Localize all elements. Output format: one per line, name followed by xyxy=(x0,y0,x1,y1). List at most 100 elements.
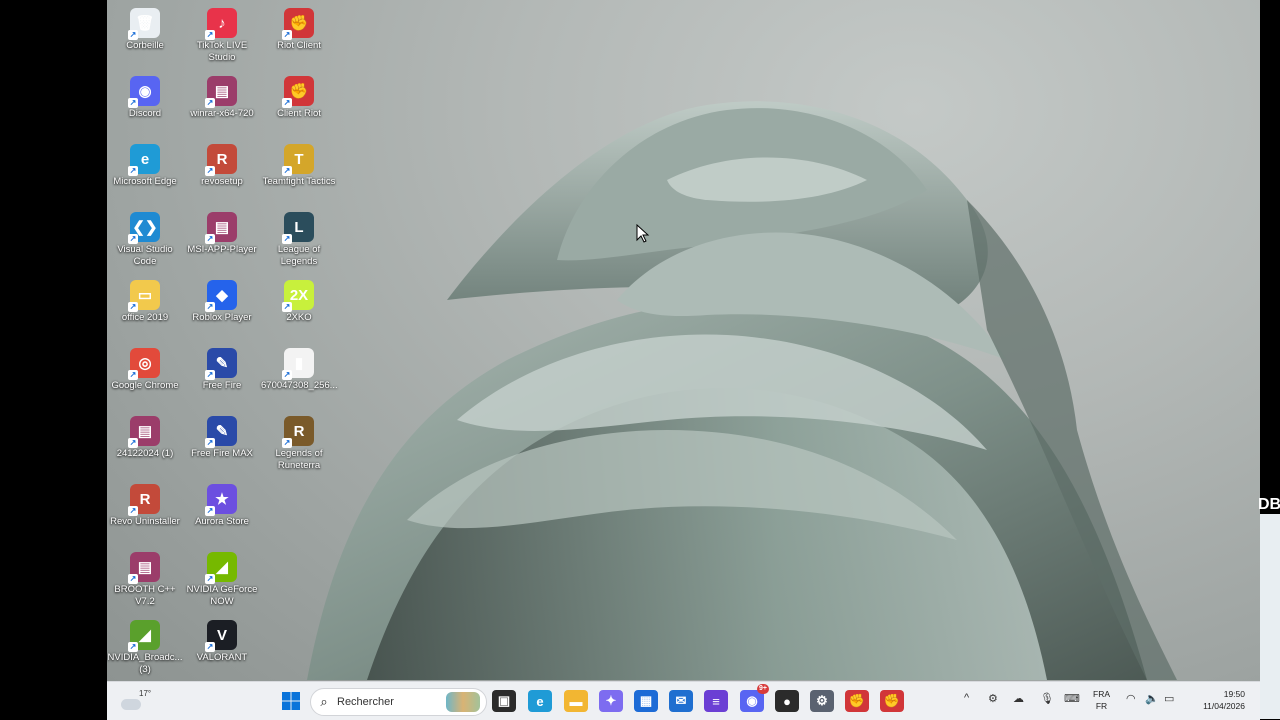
volume-icon[interactable]: 🔈 xyxy=(1145,692,1159,705)
desktop-icon[interactable]: ▭ ↗ office 2019 xyxy=(107,276,183,324)
roblox-icon: ◆ ↗ xyxy=(205,280,237,312)
desktop-icon[interactable]: ◎ ↗ Google Chrome xyxy=(107,344,183,392)
desktop-icon-label: Revo Uninstaller xyxy=(110,516,180,527)
shortcut-arrow-icon: ↗ xyxy=(205,438,215,448)
desktop-icon[interactable]: ◉ ↗ Discord xyxy=(107,72,183,120)
keyboard-icon[interactable]: ⌨ xyxy=(1064,692,1080,705)
desktop-icon[interactable]: 2X ↗ 2XKO xyxy=(261,276,337,324)
desktop-icon[interactable]: ✊ ↗ Riot Client xyxy=(261,4,337,52)
taskbar-app-button[interactable]: ✊ xyxy=(845,690,869,712)
taskbar-app-button[interactable]: ▣ xyxy=(492,690,516,712)
taskbar-app-button[interactable]: ≡ xyxy=(704,690,728,712)
tray-app-icon[interactable]: ⚙ xyxy=(988,692,998,705)
shortcut-arrow-icon: ↗ xyxy=(282,98,292,108)
taskbar-app-button[interactable]: ▬ xyxy=(564,690,588,712)
vscode-icon: ❮❯ ↗ xyxy=(128,212,160,244)
language-indicator[interactable]: FRA FR xyxy=(1093,688,1110,712)
desktop-icon[interactable]: L ↗ League of Legends xyxy=(261,208,337,268)
taskbar-app-button[interactable]: ● xyxy=(775,690,799,712)
shortcut-arrow-icon: ↗ xyxy=(128,234,138,244)
side-panel-edge xyxy=(1260,514,1280,719)
winrar-icon: ▤ ↗ xyxy=(205,212,237,244)
riot-client-icon: ✊ xyxy=(848,693,866,708)
winrar-icon: ▤ ↗ xyxy=(128,416,160,448)
desktop-icon[interactable]: 🗑 ↗ Corbeille xyxy=(107,4,183,52)
nvidia-icon: ◢ ↗ xyxy=(128,620,160,652)
tiktok-icon: ♪ ↗ xyxy=(205,8,237,40)
start-button[interactable] xyxy=(279,690,303,712)
desktop-icon[interactable]: ▤ ↗ 24122024 (1) xyxy=(107,412,183,460)
desktop-icon[interactable]: T ↗ Teamfight Tactics xyxy=(261,140,337,188)
taskbar-app-button[interactable]: e xyxy=(528,690,552,712)
desktop-icon[interactable]: R ↗ Revo Uninstaller xyxy=(107,480,183,528)
copilot-icon: ✦ xyxy=(605,693,617,708)
desktop-icon[interactable]: R ↗ revosetup xyxy=(184,140,260,188)
shortcut-arrow-icon: ↗ xyxy=(282,234,292,244)
mouse-cursor-icon xyxy=(636,224,650,243)
desktop-icon[interactable]: ❮❯ ↗ Visual Studio Code xyxy=(107,208,183,268)
microsoft-store-icon: ▦ xyxy=(639,693,653,708)
clock-time: 19:50 xyxy=(1223,689,1245,699)
taskbar-search[interactable]: ⌕ Rechercher xyxy=(310,688,487,716)
desktop-icon-label: BROOTH C++ V7.2 xyxy=(114,584,176,607)
weather-cloud-icon xyxy=(121,699,141,710)
taskbar-app-button[interactable]: ⚙ xyxy=(810,690,834,712)
obs-icon: ● xyxy=(783,693,791,709)
desktop-icon[interactable]: ✎ ↗ Free Fire xyxy=(184,344,260,392)
desktop-icon-label: Roblox Player xyxy=(192,312,252,323)
folder-icon: ▭ ↗ xyxy=(128,280,160,312)
desktop-icon-label: office 2019 xyxy=(121,312,169,323)
taskbar-app-button[interactable]: ✊ xyxy=(880,690,904,712)
shortcut-arrow-icon: ↗ xyxy=(128,30,138,40)
desktop-icon[interactable]: ◆ ↗ Roblox Player xyxy=(184,276,260,324)
desktop-icon[interactable]: ◢ ↗ NVIDIA GeForce NOW xyxy=(184,548,260,608)
microphone-icon[interactable]: 🎙 xyxy=(1040,692,1054,705)
desktop-icon-label: Aurora Store xyxy=(195,516,249,527)
desktop-icon[interactable]: ▤ ↗ MSI-APP-Player xyxy=(184,208,260,256)
clipchamp-icon: ≡ xyxy=(712,693,720,709)
tray-chevron-icon[interactable]: ^ xyxy=(964,692,969,704)
desktop-icon-label: Teamfight Tactics xyxy=(262,176,336,187)
shortcut-arrow-icon: ↗ xyxy=(282,370,292,380)
desktop-icon[interactable]: ♪ ↗ TikTok LIVE Studio xyxy=(184,4,260,64)
taskbar-app-button[interactable]: ✉ xyxy=(669,690,693,712)
valorant-icon: V ↗ xyxy=(205,620,237,652)
battery-icon[interactable]: ▭ xyxy=(1164,692,1174,705)
desktop-icon-label: Discord xyxy=(128,108,162,119)
desktop-icon-label: League of Legends xyxy=(277,244,321,267)
desktop-icon[interactable]: ▤ ↗ winrar-x64-720 xyxy=(184,72,260,120)
desktop-icon[interactable]: R ↗ Legends of Runeterra xyxy=(261,412,337,472)
shortcut-arrow-icon: ↗ xyxy=(205,166,215,176)
taskbar-app-button[interactable]: ◉ 9+ xyxy=(740,684,769,712)
notification-badge: 9+ xyxy=(757,684,769,694)
desktop-icon[interactable]: ▤ ↗ BROOTH C++ V7.2 xyxy=(107,548,183,608)
clock-date: 11/04/2026 xyxy=(1203,701,1245,711)
desktop-icon-label: Microsoft Edge xyxy=(113,176,177,187)
file-explorer-icon: ▬ xyxy=(569,693,583,709)
desktop-icon-label: 670047308_256... xyxy=(261,380,338,391)
desktop-icon[interactable]: ▮ ↗ 670047308_256... xyxy=(261,344,338,392)
clock[interactable]: 19:50 11/04/2026 xyxy=(1190,688,1245,712)
desktop-icon[interactable]: ✎ ↗ Free Fire MAX xyxy=(184,412,260,460)
desktop[interactable]: 🗑 ↗ Corbeille ◉ ↗ Discord e ↗ Microsoft Edge ❮❯ ↗ V… xyxy=(107,0,1260,720)
taskbar-app-button[interactable]: ✦ xyxy=(599,690,623,712)
desktop-icon[interactable]: V ↗ VALORANT xyxy=(184,616,260,664)
outlook-icon: ✉ xyxy=(675,693,687,708)
runeterra-icon: R ↗ xyxy=(282,416,314,448)
shortcut-arrow-icon: ↗ xyxy=(128,166,138,176)
language-code: FRA xyxy=(1093,689,1110,699)
wifi-icon[interactable]: ◠ xyxy=(1126,692,1136,705)
onedrive-icon[interactable]: ☁ xyxy=(1013,692,1024,705)
taskbar-app-button[interactable]: ▦ xyxy=(634,690,658,712)
chrome-icon: ◎ ↗ xyxy=(128,348,160,380)
riot-client-icon: ✊ ↗ xyxy=(282,76,314,108)
desktop-icon-label: Riot Client xyxy=(277,40,321,51)
desktop-icon[interactable]: ◢ ↗ NVIDIA_Broadc... (3) xyxy=(107,616,183,676)
desktop-icon[interactable]: ✊ ↗ Client Riot xyxy=(261,72,337,120)
desktop-icon[interactable]: e ↗ Microsoft Edge xyxy=(107,140,183,188)
shortcut-arrow-icon: ↗ xyxy=(128,438,138,448)
weather-widget[interactable]: 17° xyxy=(121,687,161,715)
desktop-icon-label: Client Riot xyxy=(277,108,321,119)
desktop-icon[interactable]: ★ ↗ Aurora Store xyxy=(184,480,260,528)
shortcut-arrow-icon: ↗ xyxy=(128,574,138,584)
